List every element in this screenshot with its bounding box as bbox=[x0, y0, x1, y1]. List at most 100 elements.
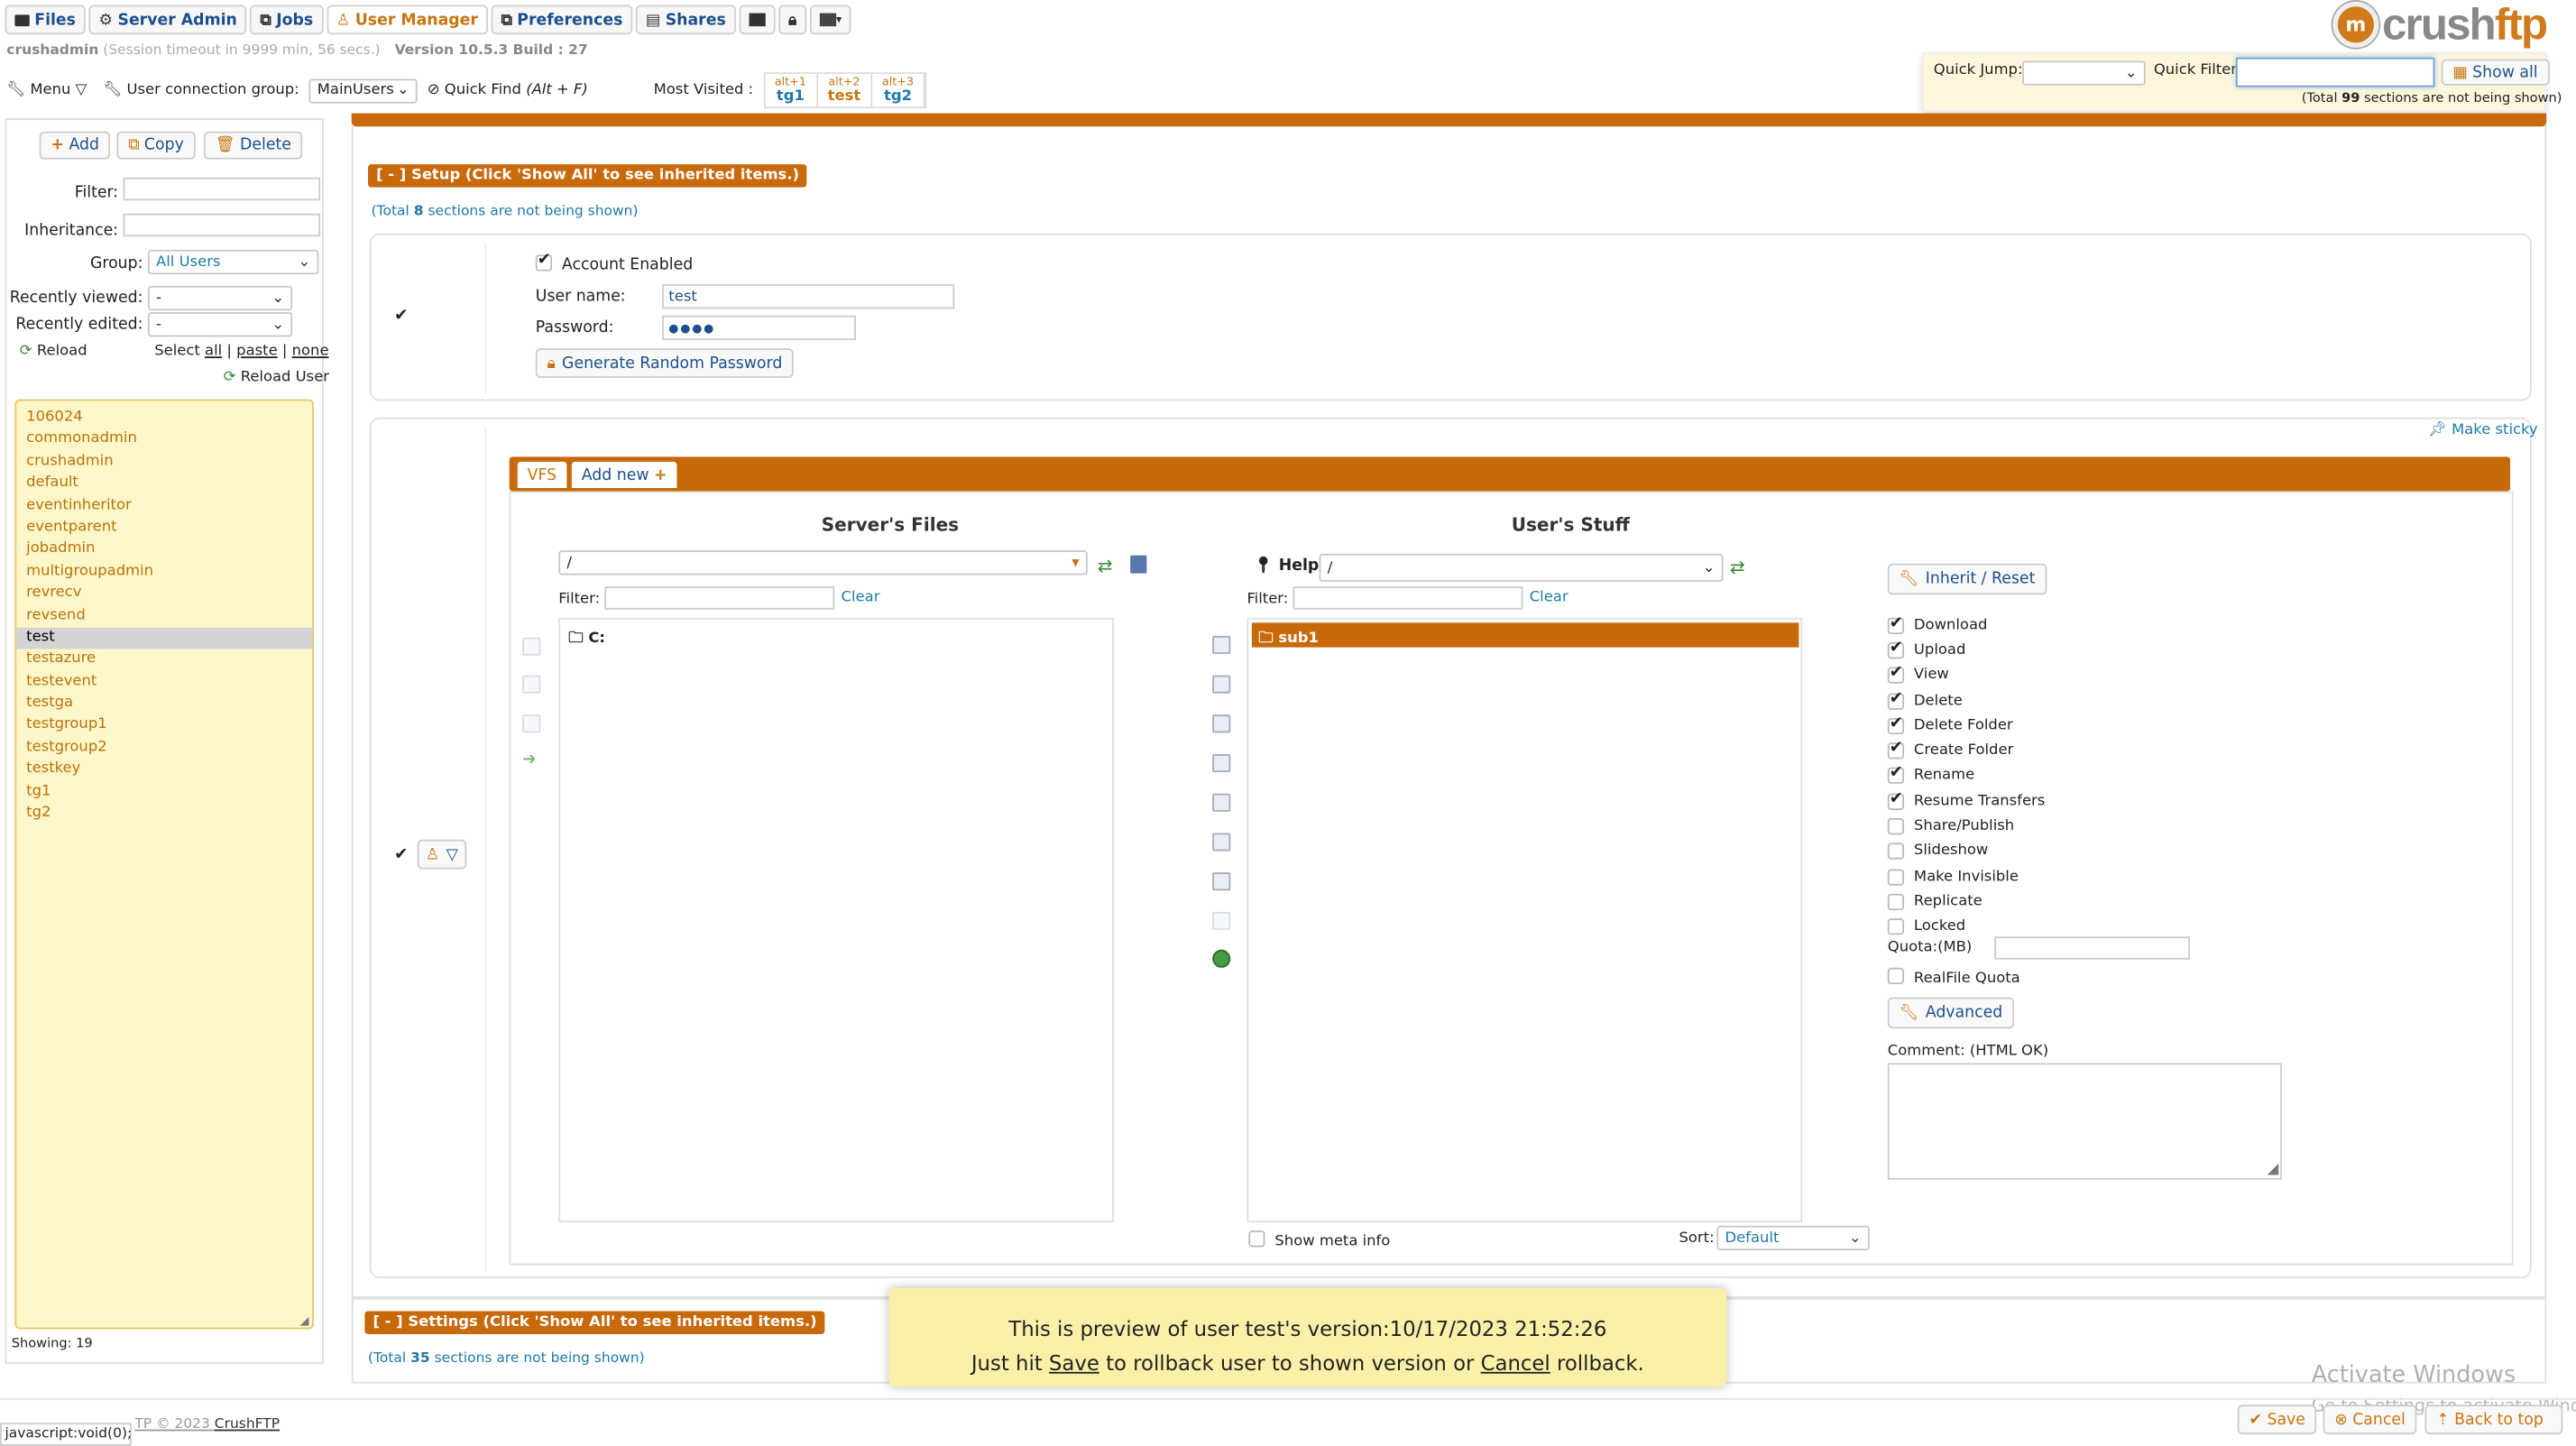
add-user-button[interactable]: + Add bbox=[39, 131, 111, 160]
remove-item-icon[interactable] bbox=[522, 714, 541, 733]
account-enabled[interactable]: Account Enabled bbox=[535, 252, 693, 274]
select-none-link[interactable]: none bbox=[292, 344, 329, 360]
save-icon[interactable] bbox=[1212, 872, 1231, 891]
delete-user-button[interactable]: 🗑︎ Delete bbox=[203, 131, 303, 160]
image-menu-button[interactable]: ▾ bbox=[809, 5, 852, 35]
comment-textarea[interactable]: ◢ bbox=[1887, 1063, 2282, 1180]
permission-checkbox[interactable] bbox=[1887, 639, 1905, 659]
new-folder-icon[interactable] bbox=[1212, 675, 1231, 694]
copy-user-button[interactable]: ⧉ Copy bbox=[116, 131, 196, 160]
server-info-icon[interactable] bbox=[1130, 555, 1147, 574]
inherit-reset-button[interactable]: 🔧︎ Inherit / Reset bbox=[1887, 563, 2047, 595]
tab-preferences[interactable]: ⧉ Preferences bbox=[491, 5, 633, 35]
globe-icon[interactable] bbox=[1212, 949, 1231, 968]
tab-files[interactable]: Files bbox=[5, 5, 86, 35]
tab-shares[interactable]: ▤ Shares bbox=[635, 5, 736, 35]
permission-checkbox[interactable] bbox=[1887, 689, 1905, 709]
permission-checkbox[interactable] bbox=[1887, 918, 1905, 935]
permission-item[interactable]: Rename bbox=[1887, 764, 2150, 789]
permission-checkbox[interactable] bbox=[1887, 765, 1905, 785]
permission-checkbox[interactable] bbox=[1887, 868, 1905, 886]
permission-checkbox[interactable] bbox=[1887, 818, 1905, 835]
help-button[interactable]: 📍︎ Help bbox=[1254, 557, 1320, 575]
most-visited-item[interactable]: alt+3 tg2 bbox=[872, 73, 925, 107]
edit-item-icon[interactable] bbox=[1212, 635, 1231, 654]
permission-checkbox[interactable] bbox=[1887, 664, 1905, 685]
user-list-item[interactable]: testkey bbox=[16, 760, 312, 781]
permission-item[interactable]: Delete bbox=[1887, 688, 2150, 714]
realfile-quota[interactable]: RealFile Quota bbox=[1887, 967, 2020, 988]
inheritance-input[interactable] bbox=[123, 213, 321, 237]
quick-find-button[interactable]: ⊘ Quick Find (Alt + F) bbox=[428, 82, 588, 98]
account-enabled-checkbox[interactable] bbox=[535, 252, 552, 272]
group-select[interactable]: All Users ⌄ bbox=[147, 249, 319, 275]
show-all-button[interactable]: ▦ Show all bbox=[2441, 59, 2550, 86]
resize-handle-icon[interactable]: ◢ bbox=[300, 1314, 309, 1328]
user-stuff-filter-input[interactable] bbox=[1293, 586, 1523, 610]
permission-checkbox[interactable] bbox=[1887, 740, 1905, 760]
user-list-item[interactable]: revrecv bbox=[16, 584, 312, 605]
tab-jobs[interactable]: ⧉ Jobs bbox=[250, 5, 324, 35]
paste-link[interactable]: paste bbox=[236, 344, 278, 360]
arrow-right-icon[interactable]: ➔ bbox=[522, 751, 536, 769]
permission-item[interactable]: Share/Publish bbox=[1887, 814, 2150, 839]
user-list-item[interactable]: commonadmin bbox=[16, 429, 312, 451]
rename-icon[interactable] bbox=[1212, 714, 1231, 733]
cancel-button[interactable]: ⊗ Cancel bbox=[2323, 1405, 2417, 1435]
permission-item[interactable]: Upload bbox=[1887, 638, 2150, 663]
show-meta-info[interactable]: Show meta info bbox=[1248, 1230, 1390, 1250]
user-list-item[interactable]: revsend bbox=[16, 605, 312, 627]
user-list-item[interactable]: crushadmin bbox=[16, 451, 312, 473]
user-permission-dropdown[interactable]: ♙ ▽ bbox=[417, 839, 466, 870]
tab-add-new[interactable]: Add new + bbox=[571, 461, 677, 488]
user-filter-input[interactable] bbox=[123, 177, 321, 201]
quick-filter-input[interactable] bbox=[2235, 57, 2435, 87]
recently-edited-select[interactable]: - ⌄ bbox=[147, 312, 293, 337]
copy-icon[interactable] bbox=[1212, 754, 1231, 773]
server-filter-clear[interactable]: Clear bbox=[842, 590, 880, 606]
generate-password-button[interactable]: 🔒︎ Generate Random Password bbox=[535, 348, 795, 378]
user-list-item[interactable]: jobadmin bbox=[16, 539, 312, 561]
recently-viewed-select[interactable]: - ⌄ bbox=[147, 285, 293, 311]
permission-item[interactable]: Delete Folder bbox=[1887, 714, 2150, 739]
permission-item[interactable]: Make Invisible bbox=[1887, 864, 2150, 889]
back-to-top-button[interactable]: ⇡ Back to top bbox=[2424, 1405, 2563, 1435]
user-list-item[interactable]: eventparent bbox=[16, 518, 312, 539]
reload-button[interactable]: ⟳ Reload bbox=[20, 344, 87, 360]
refresh-icon[interactable]: ⇄ bbox=[1098, 556, 1113, 577]
lock-button[interactable]: 🔒︎ bbox=[778, 5, 807, 35]
username-input[interactable]: test bbox=[662, 284, 955, 309]
add-folder-icon[interactable] bbox=[522, 675, 541, 694]
setup-section-header[interactable]: [ - ] Setup (Click 'Show All' to see inh… bbox=[367, 164, 808, 188]
delete-item-icon[interactable] bbox=[1212, 833, 1231, 852]
user-list-item[interactable]: multigroupadmin bbox=[16, 561, 312, 583]
realfile-quota-checkbox[interactable] bbox=[1887, 967, 1905, 985]
permission-item[interactable]: Resume Transfers bbox=[1887, 788, 2150, 814]
save-button[interactable]: ✔ Save bbox=[2237, 1405, 2317, 1435]
user-list-item[interactable]: testgroup1 bbox=[16, 715, 312, 737]
password-input[interactable]: ●●●● bbox=[662, 315, 856, 341]
paste-icon[interactable] bbox=[1212, 911, 1231, 930]
permission-item[interactable]: View bbox=[1887, 663, 2150, 688]
quota-input[interactable] bbox=[1994, 936, 2190, 960]
crushftp-link[interactable]: CrushFTP bbox=[215, 1416, 280, 1432]
user-list-item[interactable]: default bbox=[16, 474, 312, 495]
permission-item[interactable]: Create Folder bbox=[1887, 739, 2150, 764]
select-all-link[interactable]: all bbox=[205, 344, 222, 360]
most-visited-item[interactable]: alt+1 tg1 bbox=[765, 73, 818, 107]
show-meta-checkbox[interactable] bbox=[1248, 1230, 1265, 1248]
advanced-button[interactable]: 🔧︎ Advanced bbox=[1887, 997, 2015, 1029]
tab-server-admin[interactable]: ⚙ Server Admin bbox=[88, 5, 247, 35]
properties-icon[interactable] bbox=[1212, 793, 1231, 812]
server-tree-item[interactable]: 🗀︎ C: bbox=[568, 626, 605, 652]
permission-checkbox[interactable] bbox=[1887, 790, 1905, 810]
user-list-item[interactable]: testevent bbox=[16, 671, 312, 693]
resize-handle-icon[interactable]: ◢ bbox=[2268, 1162, 2279, 1178]
refresh-icon[interactable]: ⇄ bbox=[1730, 557, 1745, 578]
user-tree-item-selected[interactable]: 🗀︎ sub1 bbox=[1251, 622, 1799, 648]
add-item-icon[interactable] bbox=[522, 637, 541, 656]
user-list-item[interactable]: test bbox=[16, 627, 313, 649]
make-sticky-button[interactable]: 📌︎ Make sticky bbox=[2428, 422, 2538, 438]
settings-section-header[interactable]: [ - ] Settings (Click 'Show All' to see … bbox=[364, 1311, 825, 1334]
sort-select[interactable]: Default ⌄ bbox=[1716, 1225, 1870, 1251]
